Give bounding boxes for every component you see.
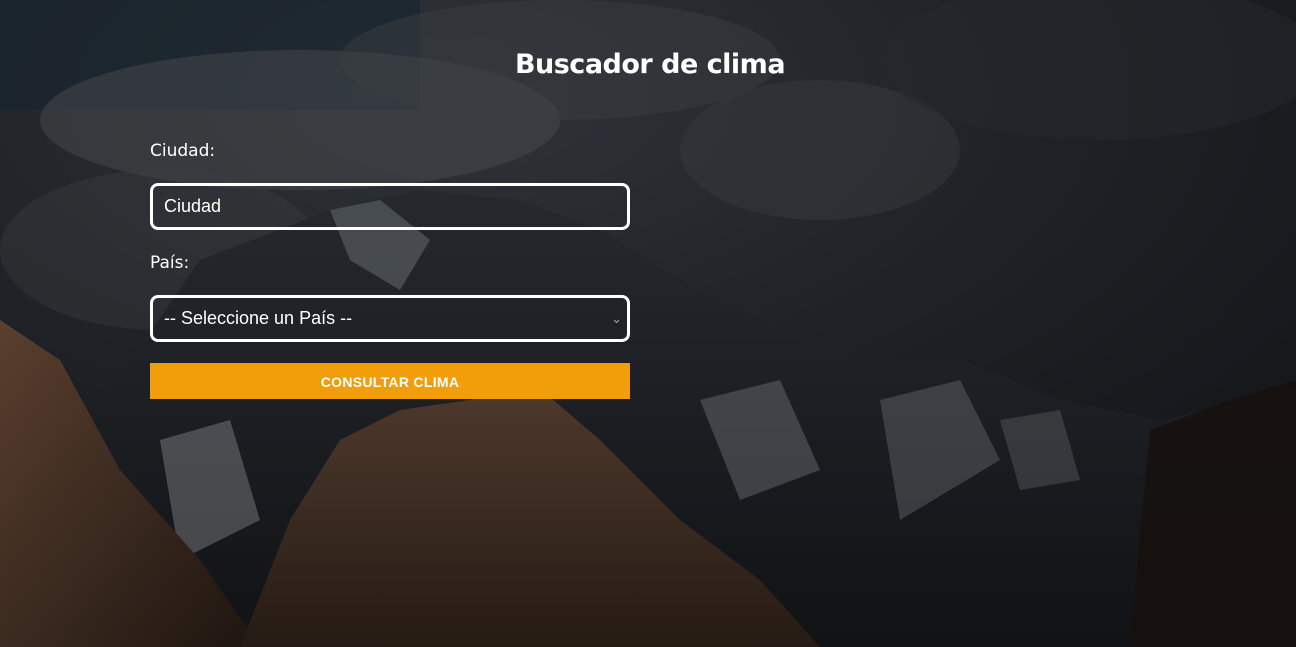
consult-weather-button[interactable]: Consultar Clima [150, 363, 630, 399]
chevron-down-icon: ⌄ [611, 310, 622, 326]
city-input-value: Ciudad [164, 196, 222, 216]
country-select[interactable]: -- Seleccione un País -- ⌄ [150, 295, 630, 342]
city-input[interactable]: Ciudad [150, 183, 630, 230]
weather-search-form: Ciudad: Ciudad País: -- Seleccione un Pa… [150, 138, 630, 399]
country-label: País: [150, 253, 190, 273]
page-title: Buscador de clima [514, 49, 786, 80]
city-label: Ciudad: [150, 141, 216, 161]
country-select-value: -- Seleccione un País -- [164, 308, 353, 328]
